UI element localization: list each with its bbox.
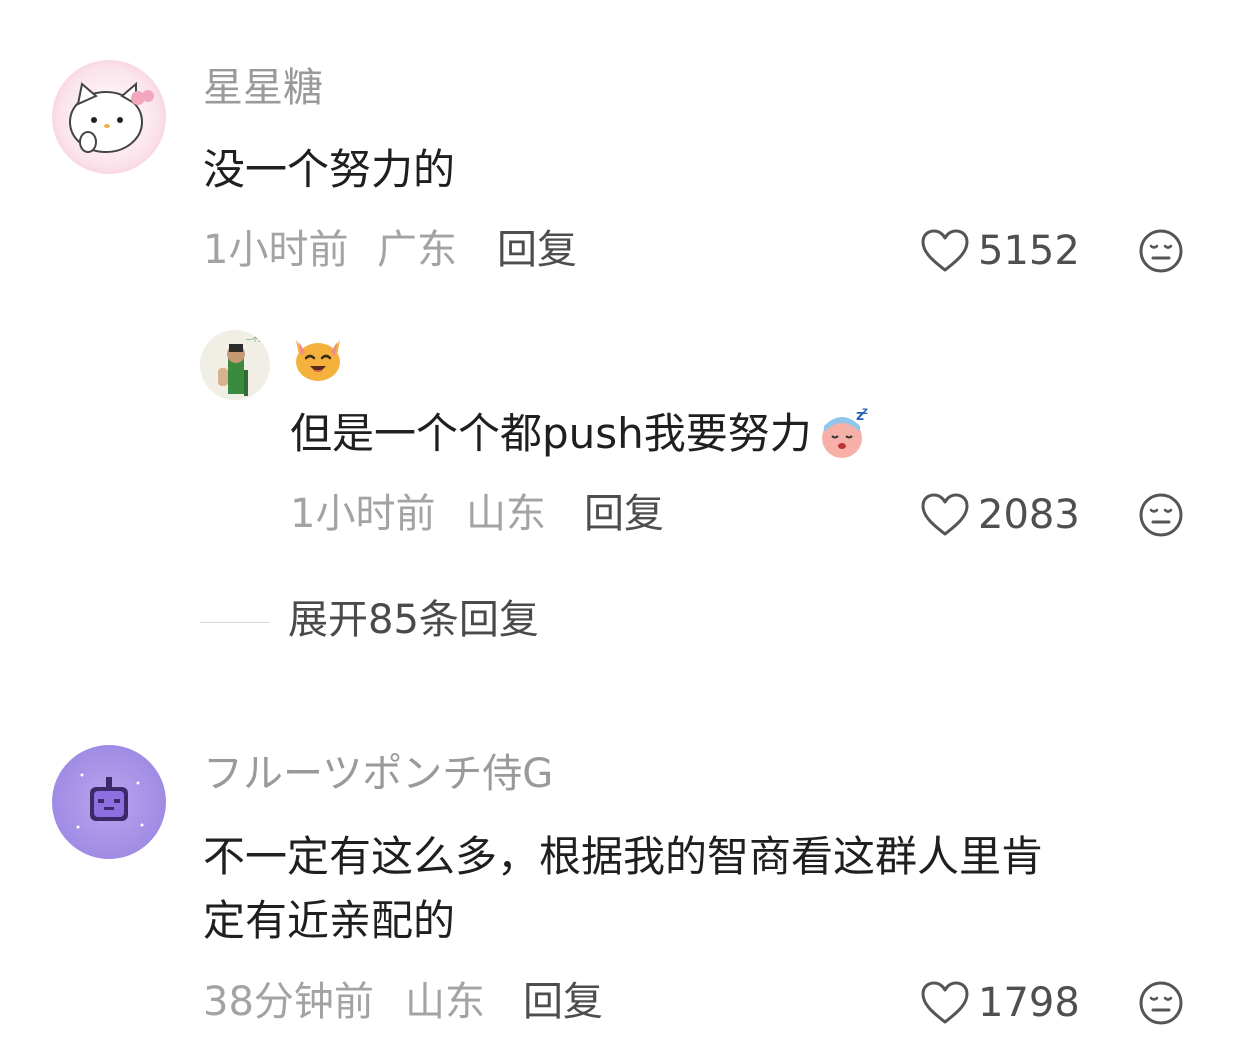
like-button[interactable]: 2083 (920, 490, 1080, 540)
reply-content-text: 但是一个个都push我要努力 (290, 409, 812, 458)
reply-time: 1小时前 (290, 491, 436, 537)
comment-time: 1小时前 (203, 227, 349, 273)
avatar[interactable] (52, 745, 166, 859)
svg-text:一个人: 一个人 (246, 337, 264, 344)
heart-icon (921, 229, 969, 272)
reply-username[interactable] (290, 332, 346, 384)
cat-face-icon (296, 340, 340, 381)
comment-location: 广东 (377, 227, 457, 273)
dislike-button[interactable] (1138, 228, 1184, 274)
reply-button[interactable]: 回复 (584, 494, 664, 534)
reply-button[interactable]: 回复 (523, 982, 603, 1022)
expand-replies-button[interactable]: 展开85条回复 (288, 600, 539, 640)
comment-location: 山东 (405, 979, 485, 1025)
comment-username[interactable]: フルーツポンチ侍G (203, 754, 553, 794)
heart-icon (921, 493, 969, 536)
reply-location: 山东 (466, 491, 546, 537)
reply-button[interactable]: 回复 (497, 230, 577, 270)
like-count: 1798 (978, 980, 1080, 1026)
comment-content-line2: 定有近亲配的 (203, 896, 456, 945)
like-count: 2083 (978, 492, 1080, 538)
dislike-button[interactable] (1138, 492, 1184, 538)
neutral-face-icon (1139, 981, 1183, 1025)
neutral-face-icon (1139, 493, 1183, 537)
sleeping-face-icon: z z (816, 406, 870, 460)
comment-content-line1: 不一定有这么多，根据我的智商看这群人里肯 (203, 832, 1044, 881)
svg-text:z: z (862, 406, 868, 417)
reply-content: 但是一个个都push我要努力 z z (290, 402, 870, 466)
expand-divider (200, 622, 270, 623)
like-count: 5152 (978, 228, 1080, 274)
dislike-button[interactable] (1138, 980, 1184, 1026)
neutral-face-icon (1139, 229, 1183, 273)
like-button[interactable]: 1798 (920, 978, 1080, 1028)
comment-content: 没一个努力的 (203, 145, 456, 194)
heart-icon (921, 981, 969, 1024)
comment-time: 38分钟前 (203, 979, 374, 1025)
like-button[interactable]: 5152 (920, 226, 1080, 276)
avatar[interactable] (52, 60, 166, 174)
comment-username[interactable]: 星星糖 (203, 68, 323, 108)
avatar[interactable]: 一个人 (200, 330, 270, 400)
